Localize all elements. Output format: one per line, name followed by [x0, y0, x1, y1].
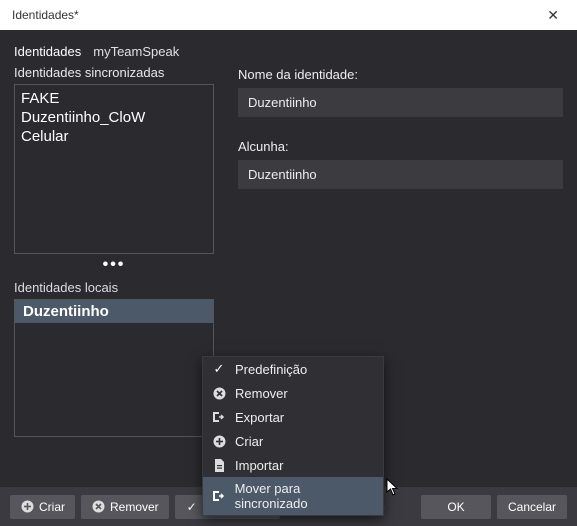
window-title: Identidades*	[12, 8, 79, 22]
list-item[interactable]: Duzentiinho_CloW	[21, 108, 207, 127]
identity-name-label: Nome da identidade:	[238, 67, 563, 82]
menu-item-export[interactable]: Exportar	[203, 405, 383, 429]
menu-item-create[interactable]: Criar	[203, 429, 383, 453]
menu-item-label: Remover	[235, 386, 288, 401]
menu-item-default[interactable]: ✓ Predefinição	[203, 357, 383, 381]
title-bar: Identidades* ✕	[0, 0, 577, 30]
remove-icon	[211, 385, 227, 401]
tab-myteamspeak[interactable]: myTeamSpeak	[93, 44, 179, 59]
plus-circle-icon	[20, 500, 34, 514]
remove-button[interactable]: Remover	[81, 495, 169, 519]
export-icon	[211, 409, 227, 425]
drag-handle-icon[interactable]: •••	[14, 254, 214, 280]
list-item[interactable]: Celular	[21, 127, 207, 146]
create-button[interactable]: Criar	[10, 495, 75, 519]
menu-item-label: Exportar	[235, 410, 284, 425]
remove-icon	[91, 500, 105, 514]
menu-item-import[interactable]: Importar	[203, 453, 383, 477]
check-icon: ✓	[185, 500, 199, 514]
file-icon	[211, 457, 227, 473]
nickname-label: Alcunha:	[238, 139, 563, 154]
content-area: Identidades myTeamSpeak Identidades sinc…	[0, 30, 577, 486]
close-icon[interactable]: ✕	[541, 5, 565, 26]
menu-item-move-sync[interactable]: Mover para sincronizado	[203, 477, 383, 515]
button-label: Cancelar	[508, 500, 556, 514]
menu-item-label: Importar	[235, 458, 283, 473]
sync-identities-list[interactable]: FAKE Duzentiinho_CloW Celular	[14, 84, 214, 254]
local-identities-label: Identidades locais	[14, 280, 214, 295]
menu-item-remove[interactable]: Remover	[203, 381, 383, 405]
button-label: Criar	[39, 500, 65, 514]
menu-item-label: Mover para sincronizado	[235, 481, 373, 511]
tab-bar: Identidades myTeamSpeak	[14, 44, 563, 59]
local-identities-list[interactable]: Duzentiinho	[14, 299, 214, 437]
button-label: OK	[447, 500, 464, 514]
menu-item-label: Predefinição	[235, 362, 307, 377]
ok-button[interactable]: OK	[421, 495, 491, 519]
tab-identities[interactable]: Identidades	[14, 44, 81, 59]
list-item[interactable]: FAKE	[21, 89, 207, 108]
plus-circle-icon	[211, 433, 227, 449]
menu-item-label: Criar	[235, 434, 263, 449]
check-icon: ✓	[211, 361, 227, 377]
button-label: Remover	[110, 500, 159, 514]
cancel-button[interactable]: Cancelar	[497, 495, 567, 519]
export-icon	[211, 488, 227, 504]
nickname-input[interactable]	[238, 160, 563, 189]
left-column: Identidades sincronizadas FAKE Duzentiin…	[14, 65, 214, 437]
identity-name-input[interactable]	[238, 88, 563, 117]
sync-identities-label: Identidades sincronizadas	[14, 65, 214, 80]
context-menu: ✓ Predefinição Remover Exportar Criar	[202, 356, 384, 516]
list-item[interactable]: Duzentiinho	[15, 300, 213, 323]
